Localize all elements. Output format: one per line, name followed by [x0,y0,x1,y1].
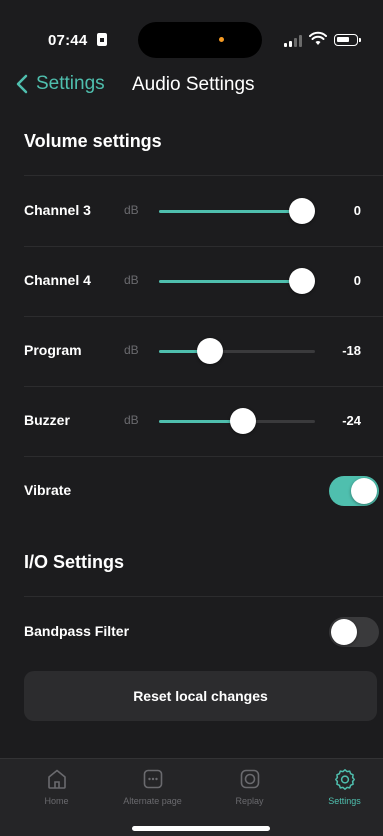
back-button[interactable]: Settings [16,70,105,98]
navigation-bar: Settings Audio Settings [0,62,383,106]
toggle-knob [331,619,357,645]
unit-label: dB [124,203,139,217]
row-label: Channel 4 [24,272,91,288]
row-label: Program [24,342,82,358]
row-value: 0 [353,203,361,218]
row-value: -24 [342,413,361,428]
row-label: Bandpass Filter [24,623,130,639]
bandpass-row: Bandpass Filter [0,597,383,667]
tab-label: Alternate page [123,796,182,806]
tab-settings[interactable]: Settings [297,767,383,817]
vibrate-row: Vibrate [0,456,383,526]
gear-icon [334,769,355,790]
row-label: Channel 3 [24,202,91,218]
volume-row-channel-4: Channel 4 dB 0 [0,246,383,316]
tab-label: Replay [235,796,264,806]
slider-thumb[interactable] [197,338,224,364]
row-value: 0 [353,273,361,288]
status-time: 07:44 [48,32,88,49]
vibrate-toggle[interactable] [329,476,379,506]
row-label: Vibrate [24,482,72,498]
slider-thumb[interactable] [289,268,315,294]
replay-icon [240,769,259,789]
sim-card-icon [97,33,107,46]
battery-icon [334,34,361,46]
home-icon [47,769,66,789]
page-title: Audio Settings [132,74,255,95]
io-section-title: I/O Settings [24,552,125,572]
buzzer-slider[interactable] [159,407,315,435]
tab-bar: Home Alternate page Replay Settings [0,758,383,836]
slider-thumb[interactable] [289,198,315,224]
tab-home[interactable]: Home [9,767,104,817]
program-slider[interactable] [159,337,315,365]
tab-alternate-page[interactable]: Alternate page [105,767,200,817]
volume-section-title: Volume settings [24,131,162,151]
reset-local-changes-button[interactable]: Reset local changes [24,671,377,721]
toggle-knob [351,478,377,504]
unit-label: dB [124,343,139,357]
wifi-icon [309,31,327,45]
chevron-left-icon [16,74,28,94]
volume-row-buzzer: Buzzer dB -24 [0,386,383,456]
app-screen: 07:44 Settings Audio Settings Volume set… [0,0,383,836]
home-indicator [132,826,270,831]
mic-indicator-icon [219,37,224,42]
cellular-signal-icon [284,35,304,47]
volume-row-program: Program dB -18 [0,316,383,386]
tab-label: Home [44,796,69,806]
tab-replay[interactable]: Replay [202,767,297,817]
dynamic-island [138,22,262,58]
alternate-page-icon [143,769,162,789]
bandpass-toggle[interactable] [329,617,379,647]
channel-4-slider[interactable] [159,267,315,295]
slider-fill [159,280,305,283]
tab-label: Settings [328,796,361,806]
channel-3-slider[interactable] [159,197,315,225]
volume-row-channel-3: Channel 3 dB 0 [0,176,383,246]
row-label: Buzzer [24,412,70,428]
back-label: Settings [36,73,105,94]
slider-fill [159,210,305,213]
row-value: -18 [342,343,361,358]
slider-thumb[interactable] [230,408,257,434]
unit-label: dB [124,413,139,427]
unit-label: dB [124,273,139,287]
